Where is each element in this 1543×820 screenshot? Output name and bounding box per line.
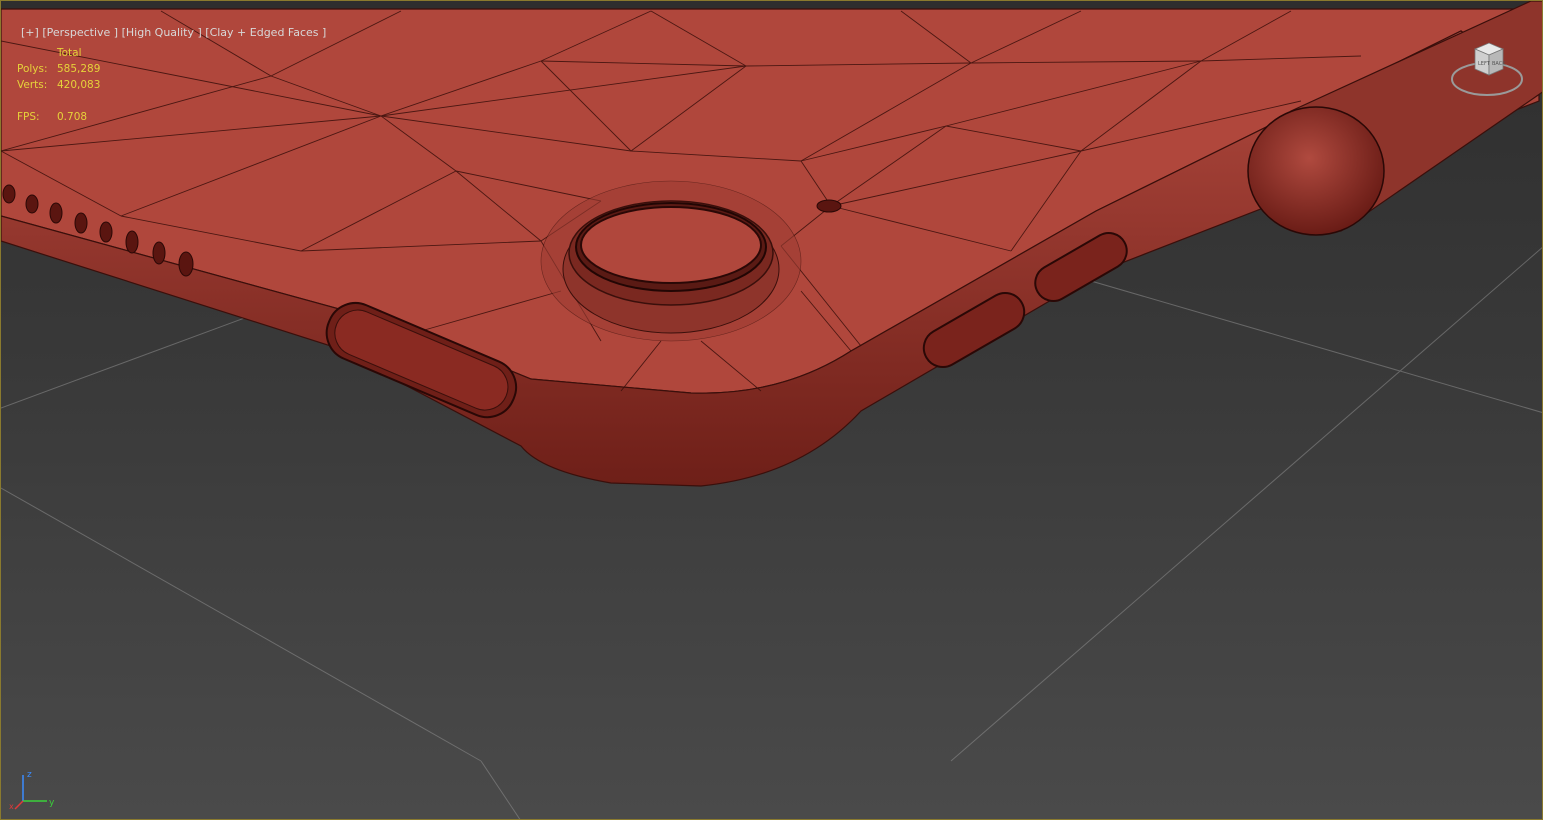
polys-value: 585,289 (57, 63, 101, 75)
fps-label: FPS: (17, 111, 40, 123)
perspective-viewport[interactable]: [+] [Perspective ] [High Quality ] [Clay… (0, 0, 1543, 820)
axis-y-label: y (49, 798, 55, 808)
scene-canvas[interactable] (1, 1, 1543, 820)
viewport-point-of-view-menu[interactable]: [Perspective ] (42, 26, 118, 39)
stats-polys-row: Polys: 585,289 (17, 61, 100, 77)
camera-module (540, 180, 802, 342)
verts-label: Verts: (17, 79, 48, 91)
viewcube-icon[interactable]: LEFT BACK (1449, 39, 1525, 101)
viewport-menu-plus[interactable]: [+] (21, 26, 39, 39)
axis-z-label: z (27, 770, 32, 780)
polys-label: Polys: (17, 63, 48, 75)
axis-x-label: x (9, 802, 14, 811)
stats-fps-row: FPS: 0.708 (17, 109, 100, 125)
stats-header: Total (57, 47, 82, 59)
viewcube-left-label[interactable]: LEFT (1478, 61, 1491, 67)
microphone-hole (816, 199, 842, 213)
axis-tripod-icon: z y x (9, 770, 55, 811)
viewport-quality-menu[interactable]: [High Quality ] (122, 26, 202, 39)
viewcube-back-label[interactable]: BACK (1492, 61, 1506, 67)
viewport-shading-menu[interactable]: [Clay + Edged Faces ] (205, 26, 326, 39)
fps-value: 0.708 (57, 111, 88, 123)
statistics-overlay: Total Polys: 585,289 Verts: 420,083 FPS:… (17, 45, 100, 125)
stats-verts-row: Verts: 420,083 (17, 77, 100, 93)
verts-value: 420,083 (57, 79, 101, 91)
